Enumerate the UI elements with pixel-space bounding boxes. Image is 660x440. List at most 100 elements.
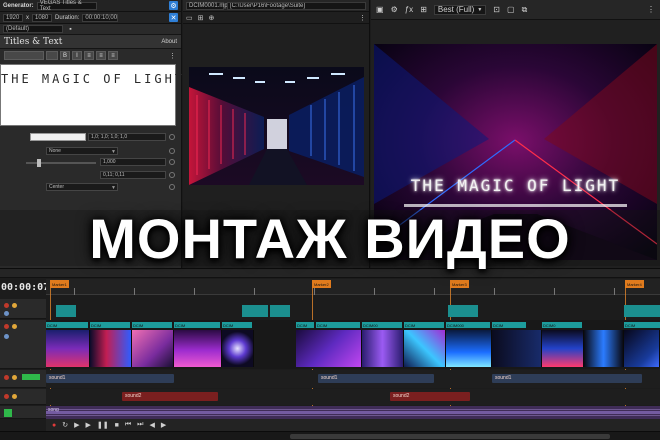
preview-quality-dropdown[interactable]: Best (Full) ▼ <box>433 4 487 15</box>
overlay-clip[interactable] <box>624 305 660 317</box>
video-clip-header[interactable]: DCIM000 <box>446 322 490 328</box>
snapshot-icon[interactable]: ▢ <box>507 5 515 14</box>
track-header-video[interactable] <box>0 320 46 369</box>
timeline-marker[interactable]: Marker4 <box>625 280 644 288</box>
overlay-clip[interactable] <box>270 305 290 317</box>
track-header-music[interactable] <box>0 406 46 419</box>
overlay-clip[interactable] <box>448 305 478 317</box>
text-color-swatch[interactable] <box>30 133 86 141</box>
overlay-clip[interactable] <box>242 305 268 317</box>
audio-track-2[interactable]: sound2 sound2 <box>46 389 660 405</box>
solo-icon[interactable] <box>12 324 17 329</box>
options-icon[interactable]: ⋮ <box>359 14 366 22</box>
video-thumbnail[interactable] <box>404 330 446 367</box>
video-clip-header[interactable]: DCIM <box>46 322 88 328</box>
video-clip-header[interactable]: DCIM00 <box>362 322 402 328</box>
audio-clip[interactable]: sound2 <box>390 392 470 401</box>
overlay-track[interactable] <box>46 299 660 319</box>
prev-frame-icon[interactable]: ◀ <box>149 421 154 429</box>
video-clip-header[interactable]: DCIM <box>316 322 360 328</box>
duration-field[interactable]: 00:00:10;00 <box>82 13 119 22</box>
video-thumbnail[interactable] <box>132 330 174 367</box>
video-clip-header[interactable]: DCIM <box>404 322 444 328</box>
video-thumbnail[interactable] <box>296 330 362 367</box>
generator-name-field[interactable]: VEGAS Titles & Text <box>36 0 97 12</box>
center-dropdown[interactable]: Center ▼ <box>46 183 118 191</box>
align-right-button[interactable]: ≡ <box>108 51 118 60</box>
video-thumbnail[interactable] <box>446 330 492 367</box>
preset-dropdown[interactable]: (Default) <box>3 25 63 33</box>
track-header-audio-2[interactable] <box>0 389 46 405</box>
overlay-clip[interactable] <box>56 305 76 317</box>
record-icon[interactable]: ● <box>52 422 56 429</box>
location-field[interactable]: 1,0; 1,0; 1,0; 1,0 <box>88 133 166 141</box>
overlays-icon[interactable]: ⊡ <box>493 5 500 14</box>
play-icon[interactable]: ▶ <box>86 421 91 429</box>
play-from-start-icon[interactable]: ▶ <box>74 421 79 429</box>
time-ruler[interactable] <box>46 279 660 295</box>
horizontal-scrollbar[interactable] <box>290 434 610 439</box>
go-to-end-icon[interactable]: ⏭ <box>137 421 143 429</box>
timeline-marker[interactable]: Marker3 <box>450 280 469 288</box>
video-clip-header[interactable]: DCIM <box>90 322 130 328</box>
italic-button[interactable]: I <box>72 51 82 60</box>
text-editor[interactable]: THE MAGIC OF LIGHT <box>0 64 182 126</box>
mute-icon[interactable] <box>4 324 9 329</box>
solo-icon[interactable] <box>12 303 17 308</box>
video-clip-header[interactable]: DCIM <box>492 322 526 328</box>
stop-icon[interactable]: ■ <box>115 422 119 429</box>
split-screen-icon[interactable]: ⊞ <box>420 5 427 14</box>
folder-icon[interactable]: ▭ <box>186 14 193 22</box>
mute-icon[interactable] <box>4 394 9 399</box>
video-thumbnail[interactable] <box>584 330 624 367</box>
audio-clip[interactable]: sound1 <box>318 374 434 383</box>
location-keyframe-icon[interactable] <box>169 134 175 140</box>
go-to-start-icon[interactable]: ⏮ <box>125 421 131 429</box>
video-clip-header[interactable]: DCIM <box>296 322 314 328</box>
fx-icon[interactable] <box>4 311 9 316</box>
video-thumbnail[interactable] <box>222 330 254 367</box>
offset-keyframe-icon[interactable] <box>169 172 175 178</box>
options-icon[interactable]: ⋮ <box>168 51 177 60</box>
video-track[interactable]: DCIM DCIM DCIM DCIM DCIM DCIM DCIM DCIM0… <box>46 320 660 369</box>
options-icon[interactable]: ⋮ <box>647 5 655 14</box>
video-clip-header[interactable]: DCIM <box>222 322 252 328</box>
close-icon[interactable]: ✕ <box>169 13 178 22</box>
audio-clip[interactable]: sound1 <box>46 374 174 383</box>
solo-icon[interactable] <box>12 394 17 399</box>
bold-button[interactable]: B <box>60 51 70 60</box>
add-to-timeline-icon[interactable]: ⊕ <box>209 14 215 22</box>
video-thumbnail[interactable] <box>46 330 90 367</box>
copy-snapshot-icon[interactable]: ⧉ <box>522 5 528 15</box>
animation-keyframe-icon[interactable] <box>169 148 175 154</box>
video-thumbnail[interactable] <box>362 330 404 367</box>
save-preset-icon[interactable]: ▪ <box>66 25 75 34</box>
video-clip-header[interactable]: DCIM <box>174 322 220 328</box>
video-clip-header[interactable]: DCIM <box>624 322 660 328</box>
timeline-marker[interactable]: Marker2 <box>312 280 331 288</box>
settings-icon[interactable]: ⚙ <box>169 1 178 10</box>
video-thumbnail[interactable] <box>624 330 660 367</box>
width-field[interactable]: 1920 <box>3 13 23 22</box>
offset-field[interactable]: 0,11; 0,11 <box>100 171 166 179</box>
video-thumbnail[interactable] <box>174 330 222 367</box>
font-size-dropdown[interactable] <box>46 51 58 60</box>
trimmer-file-field[interactable]: DCIM0001.mp4 <box>186 1 231 10</box>
align-left-button[interactable]: ≡ <box>84 51 94 60</box>
loop-icon[interactable]: ↻ <box>62 421 68 429</box>
track-header-audio-1[interactable] <box>0 370 46 388</box>
mute-icon[interactable] <box>4 303 9 308</box>
timeline-marker[interactable]: Marker1 <box>50 280 69 288</box>
pause-icon[interactable]: ❚❚ <box>97 421 109 429</box>
scale-field[interactable]: 1,000 <box>100 158 166 166</box>
audio-clip[interactable]: sound2 <box>122 392 218 401</box>
split-icon[interactable]: ⊞ <box>198 14 204 22</box>
video-thumbnail[interactable] <box>492 330 542 367</box>
trimmer-path-field[interactable]: [C:\User\P16\Footage\Suite] <box>227 1 366 10</box>
audio-clip[interactable]: sound1 <box>492 374 642 383</box>
fx-icon[interactable] <box>4 334 9 339</box>
video-clip-header[interactable]: DCIM0 <box>542 322 582 328</box>
mute-icon[interactable] <box>4 375 9 380</box>
font-dropdown[interactable] <box>4 51 44 60</box>
preview-settings-icon[interactable]: ⚙ <box>391 5 398 14</box>
